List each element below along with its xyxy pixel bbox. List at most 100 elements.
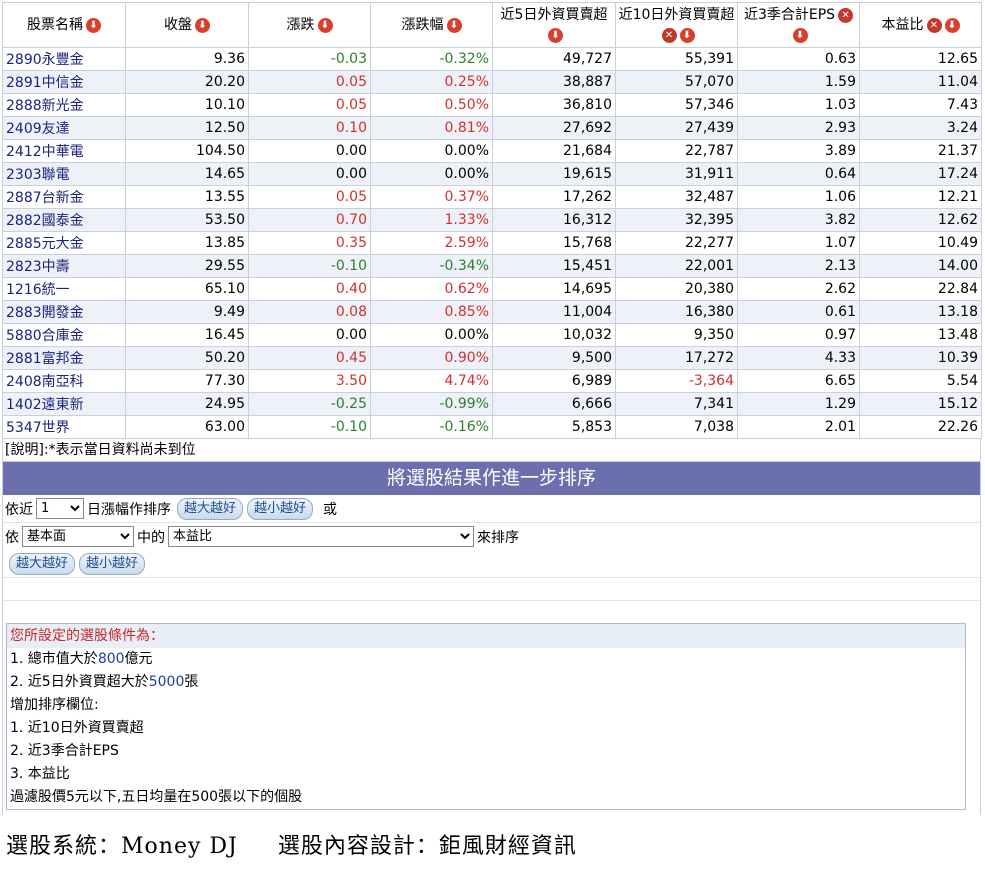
stock-name-link[interactable]: 1216統一	[2, 277, 126, 301]
field-sort-desc-button[interactable]: 越大越好	[9, 552, 76, 575]
cell-pct: 0.90%	[370, 346, 493, 370]
down-arrow-icon[interactable]: ⬇	[446, 17, 462, 33]
stock-name-link[interactable]: 2303聯電	[2, 162, 126, 186]
cell-close: 63.00	[125, 415, 249, 439]
stock-name-link[interactable]: 2887台新金	[2, 185, 126, 209]
cell-pe: 10.39	[859, 346, 982, 370]
cell-chg: -0.10	[248, 254, 371, 278]
table-row: 2303聯電 14.65 0.00 0.00% 19,615 31,911 0.64 17.2…	[2, 162, 982, 186]
stock-name-link[interactable]: 1402遠東新	[2, 392, 126, 416]
cell-close: 13.55	[125, 185, 249, 209]
cell-f5: 17,262	[492, 185, 616, 209]
table-header-row: 股票名稱 ⬇ 收盤 ⬇ 漲跌 ⬇ 漲跌幅 ⬇ 近5日外資買賣超⬇ 近10日外資買賣超✕ ⬇ 近3季合計…	[2, 2, 982, 48]
stock-name-link[interactable]: 2888新光金	[2, 93, 126, 117]
down-arrow-icon[interactable]: ⬇	[944, 17, 960, 33]
sort-field-suffix: 來排序	[477, 529, 519, 546]
cell-pct: -0.34%	[370, 254, 493, 278]
sort-days-prefix: 依近	[5, 501, 33, 518]
cell-pe: 15.12	[859, 392, 982, 416]
cell-eps: 1.03	[737, 93, 860, 117]
cell-pct: -0.16%	[370, 415, 493, 439]
stock-name-link[interactable]: 5347世界	[2, 415, 126, 439]
cell-pct: 0.37%	[370, 185, 493, 209]
down-arrow-icon[interactable]: ⬇	[548, 27, 563, 43]
cell-eps: 1.06	[737, 185, 860, 209]
table-row: 2881富邦金 50.20 0.45 0.90% 9,500 17,272 4.33 10.3…	[2, 346, 982, 370]
cell-f5: 11,004	[492, 300, 616, 324]
cell-f10: 22,787	[615, 139, 738, 163]
down-arrow-icon[interactable]: ⬇	[195, 17, 210, 33]
cell-close: 29.55	[125, 254, 249, 278]
cell-chg: 0.00	[248, 162, 371, 186]
footer-credits: 選股系統：Money DJ 選股內容設計：鉅風財經資訊	[6, 828, 617, 860]
down-arrow-icon[interactable]: ⬇	[792, 27, 808, 43]
cell-pct: -0.99%	[370, 392, 493, 416]
cell-chg: 0.00	[248, 323, 371, 347]
table-row: 2823中壽 29.55 -0.10 -0.34% 15,451 22,001 2.13 14…	[2, 254, 982, 278]
cell-f5: 6,989	[492, 369, 616, 393]
stock-name-link[interactable]: 5880合庫金	[2, 323, 126, 347]
table-row: 1402遠東新 24.95 -0.25 -0.99% 6,666 7,341 1.29 15.…	[2, 392, 982, 416]
cell-pct: 2.59%	[370, 231, 493, 255]
stock-name-link[interactable]: 2408南亞科	[2, 369, 126, 393]
cell-chg: 0.08	[248, 300, 371, 324]
stock-name-link[interactable]: 2883開發金	[2, 300, 126, 324]
days-sort-desc-button[interactable]: 越大越好	[177, 497, 244, 520]
cell-f10: 32,395	[615, 208, 738, 232]
cell-pe: 17.24	[859, 162, 982, 186]
category-select[interactable]: 基本面	[22, 526, 134, 547]
stock-name-link[interactable]: 2412中華電	[2, 139, 126, 163]
spacer-row	[3, 578, 980, 601]
field-sort-asc-button[interactable]: 越小越好	[79, 552, 146, 575]
cell-f5: 27,692	[492, 116, 616, 140]
down-arrow-icon[interactable]: ⬇	[317, 17, 333, 33]
down-arrow-icon[interactable]: ⬇	[679, 27, 695, 43]
cell-f10: 7,341	[615, 392, 738, 416]
remove-icon[interactable]: ✕	[661, 27, 677, 43]
days-sort-asc-button[interactable]: 越小越好	[247, 497, 314, 520]
table-row: 2885元大金 13.85 0.35 2.59% 15,768 22,277 1.07 10.…	[2, 231, 982, 255]
stock-table: 股票名稱 ⬇ 收盤 ⬇ 漲跌 ⬇ 漲跌幅 ⬇ 近5日外資買賣超⬇ 近10日外資買賣超✕ ⬇ 近3季合計…	[2, 2, 982, 439]
cell-f10: 7,038	[615, 415, 738, 439]
cell-f5: 19,615	[492, 162, 616, 186]
down-arrow-icon[interactable]: ⬇	[86, 17, 101, 33]
cell-f10: 22,277	[615, 231, 738, 255]
cell-eps: 1.29	[737, 392, 860, 416]
cell-f10: 55,391	[615, 47, 738, 71]
cell-close: 14.65	[125, 162, 249, 186]
field-select[interactable]: 本益比	[168, 526, 474, 547]
cell-f5: 14,695	[492, 277, 616, 301]
cell-pct: 0.00%	[370, 139, 493, 163]
cell-pe: 5.54	[859, 369, 982, 393]
sort-title: 將選股結果作進一步排序	[3, 462, 980, 495]
sort-field-item: 1. 近10日外資買賣超	[10, 720, 144, 736]
cell-eps: 2.93	[737, 116, 860, 140]
sort-panel: 將選股結果作進一步排序 依近 1 日漲幅作排序 越大越好 越小越好 或 依 基本…	[2, 462, 981, 815]
cell-f10: 32,487	[615, 185, 738, 209]
cell-f5: 21,684	[492, 139, 616, 163]
cell-chg: 0.40	[248, 277, 371, 301]
table-row: 2409友達 12.50 0.10 0.81% 27,692 27,439 2.93 3.24	[2, 116, 982, 140]
days-select[interactable]: 1	[36, 498, 84, 519]
stock-name-link[interactable]: 2891中信金	[2, 70, 126, 94]
stock-name-link[interactable]: 2882國泰金	[2, 208, 126, 232]
remove-icon[interactable]: ✕	[838, 7, 854, 23]
cell-chg: 3.50	[248, 369, 371, 393]
stock-name-link[interactable]: 2890永豐金	[2, 47, 126, 71]
cell-pct: -0.32%	[370, 47, 493, 71]
stock-name-link[interactable]: 2409友達	[2, 116, 126, 140]
remove-icon[interactable]: ✕	[926, 17, 942, 33]
cell-eps: 2.01	[737, 415, 860, 439]
cell-chg: 0.35	[248, 231, 371, 255]
stock-name-link[interactable]: 2823中壽	[2, 254, 126, 278]
cell-close: 12.50	[125, 116, 249, 140]
stock-name-link[interactable]: 2885元大金	[2, 231, 126, 255]
cell-chg: 0.05	[248, 70, 371, 94]
stock-name-link[interactable]: 2881富邦金	[2, 346, 126, 370]
condition-market-cap: 1. 總市值大於800億元	[10, 651, 153, 667]
sort-field-prefix: 依	[5, 529, 19, 546]
column-header-label: 漲跌	[286, 17, 315, 33]
table-row: 2882國泰金 53.50 0.70 1.33% 16,312 32,395 3.82 12.…	[2, 208, 982, 232]
cell-eps: 0.97	[737, 323, 860, 347]
